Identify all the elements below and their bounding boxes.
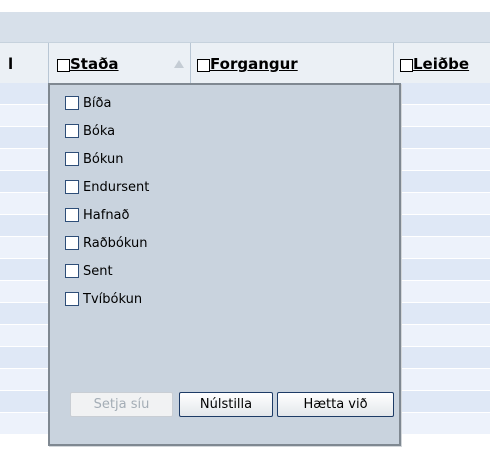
filter-option-tvibokun[interactable]: Tvíbókun [65,290,142,308]
filter-checkbox[interactable] [65,96,79,110]
column-label-prev: l [8,55,14,73]
filter-checkbox[interactable] [65,180,79,194]
column-label-forgangur[interactable]: Forgangur [210,55,298,73]
column-header-stada[interactable]: Staða [48,43,190,83]
filter-option-label: Sent [83,263,113,279]
column-header-leidbe[interactable]: Leiðbe [393,43,490,83]
column-checkbox-stada[interactable] [57,59,70,72]
filter-option-label: Tvíbókun [83,291,143,307]
filter-checkbox[interactable] [65,208,79,222]
filter-option-endursent[interactable]: Endursent [65,178,149,196]
filter-option-label: Raðbókun [83,235,148,251]
column-checkbox-forgangur[interactable] [197,59,210,72]
filter-checkbox[interactable] [65,152,79,166]
filter-option-boka[interactable]: Bóka [65,122,115,140]
column-header-forgangur[interactable]: Forgangur [190,43,393,83]
filter-option-sent[interactable]: Sent [65,262,113,280]
table-header: l Staða Forgangur Leiðbe [0,42,490,84]
grid-toolbar [0,12,490,42]
cancel-button[interactable]: Hætta við [277,392,394,417]
apply-filter-button[interactable]: Setja síu [70,392,173,417]
column-filter-popup: Bíða Bóka Bókun Endursent Hafnað Raðbóku… [48,83,401,446]
filter-option-label: Hafnað [83,207,130,223]
filter-option-label: Bóka [83,123,116,139]
filter-option-label: Bíða [83,95,112,111]
filter-checkbox[interactable] [65,236,79,250]
filter-checkbox[interactable] [65,264,79,278]
filter-option-label: Endursent [83,179,150,195]
filter-option-bokun[interactable]: Bókun [65,150,123,168]
filter-option-label: Bókun [83,151,124,167]
sort-ascending-icon[interactable] [174,60,184,68]
column-header-prev[interactable]: l [0,43,48,83]
reset-filter-button[interactable]: Núlstilla [179,392,273,417]
column-label-leidbe[interactable]: Leiðbe [413,55,469,73]
filter-option-radbokun[interactable]: Raðbókun [65,234,147,252]
filter-option-hafnad[interactable]: Hafnað [65,206,129,224]
filter-checkbox[interactable] [65,292,79,306]
filter-checkbox[interactable] [65,124,79,138]
column-checkbox-leidbe[interactable] [400,59,413,72]
column-label-stada[interactable]: Staða [70,55,119,73]
filter-option-bida[interactable]: Bíða [65,94,111,112]
